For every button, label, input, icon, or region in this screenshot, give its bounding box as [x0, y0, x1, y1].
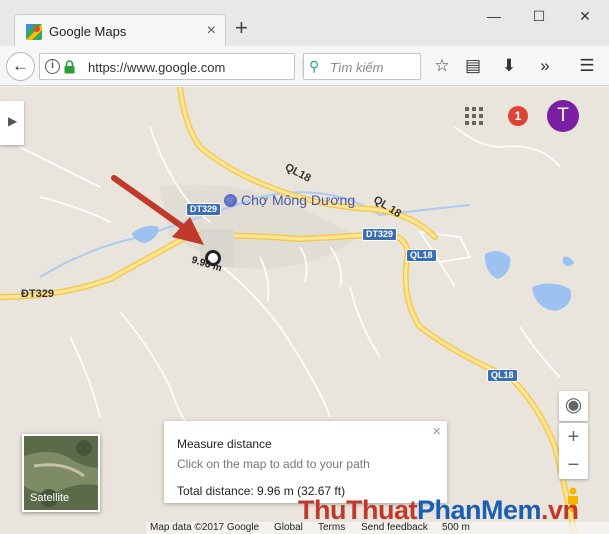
measure-panel-title: Measure distance: [177, 437, 272, 451]
map-canvas[interactable]: ▶ 1 T 🛒 Chợ Mông Dương QL18 QL 18 ĐT329 …: [0, 87, 609, 534]
reading-list-icon[interactable]: ▤: [461, 54, 485, 78]
route-shield-ql18-a: QL18: [406, 249, 437, 262]
apps-grid-icon[interactable]: [465, 107, 483, 125]
zoom-controls: + −: [559, 423, 588, 479]
lock-icon: [64, 60, 75, 74]
avatar[interactable]: T: [547, 100, 579, 132]
measure-panel-hint: Click on the map to add to your path: [177, 457, 370, 471]
download-icon[interactable]: ⬇: [497, 54, 521, 78]
back-button[interactable]: ←: [6, 52, 35, 81]
zoom-out-button[interactable]: −: [559, 451, 588, 479]
measure-distance-panel: Measure distance Click on the map to add…: [164, 421, 447, 503]
location-target-icon: ◉: [564, 394, 583, 416]
route-shield-ql18-b: QL18: [487, 369, 518, 382]
chevron-right-icon: ▶: [8, 114, 18, 128]
minimize-button[interactable]: —: [484, 6, 504, 26]
search-placeholder: Tìm kiếm: [330, 60, 384, 75]
global-link[interactable]: Global: [274, 522, 303, 533]
notification-badge[interactable]: 1: [508, 106, 528, 126]
my-location-button[interactable]: ◉: [559, 391, 588, 421]
poi-label-cho-mong-duong[interactable]: Chợ Mông Dương: [241, 192, 355, 208]
satellite-label: Satellite: [30, 492, 70, 504]
search-engine-icon[interactable]: ⚲: [309, 58, 319, 75]
bookmark-star-icon[interactable]: ☆: [430, 54, 454, 78]
tab-title: Google Maps: [49, 24, 127, 39]
zoom-in-button[interactable]: +: [559, 423, 588, 451]
map-data-attribution: Map data ©2017 Google: [150, 522, 260, 533]
address-bar[interactable]: i https://www.google.com ↻: [39, 53, 323, 80]
hamburger-menu-icon[interactable]: ☰: [575, 54, 599, 78]
title-bar: Google Maps × + — ☐ ✕: [0, 0, 609, 48]
google-maps-favicon-icon: [26, 24, 42, 40]
close-icon[interactable]: ×: [432, 423, 441, 440]
site-info-icon[interactable]: i: [45, 59, 60, 74]
close-window-button[interactable]: ✕: [575, 6, 595, 26]
terms-link[interactable]: Terms: [318, 522, 345, 533]
satellite-layer-toggle[interactable]: Satellite: [22, 434, 100, 512]
new-tab-button[interactable]: +: [235, 17, 248, 39]
navigation-bar: ← i https://www.google.com ↻ ⚲ Tìm kiếm …: [0, 46, 609, 86]
maximize-button[interactable]: ☐: [529, 6, 549, 26]
map-footer: Map data ©2017 Google Global Terms Send …: [146, 522, 609, 534]
road-label-dt329: ĐT329: [21, 288, 55, 300]
send-feedback-link[interactable]: Send feedback: [361, 522, 428, 533]
tab-google-maps[interactable]: Google Maps ×: [14, 14, 226, 48]
side-panel-toggle-button[interactable]: ▶: [0, 101, 24, 145]
shopping-cart-icon[interactable]: 🛒: [224, 194, 237, 207]
overflow-chevron-icon[interactable]: »: [533, 54, 557, 78]
route-shield-dt329-b: DT329: [362, 228, 398, 241]
search-bar[interactable]: ⚲ Tìm kiếm: [303, 53, 421, 80]
route-shield-dt329-a: DT329: [186, 203, 222, 216]
tab-close-icon[interactable]: ×: [207, 22, 216, 40]
scale-label[interactable]: 500 m: [442, 522, 470, 533]
url-text: https://www.google.com: [88, 60, 226, 75]
